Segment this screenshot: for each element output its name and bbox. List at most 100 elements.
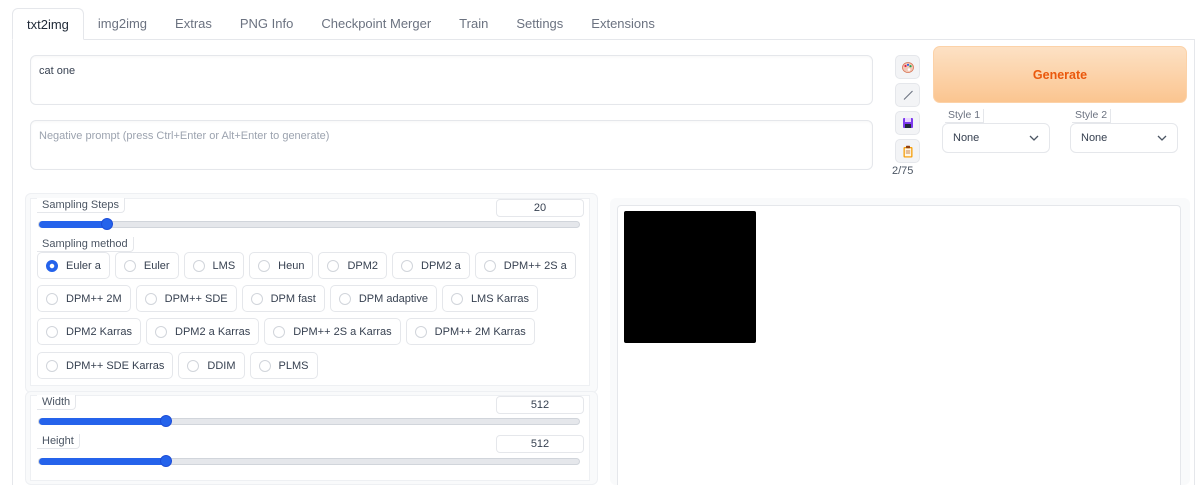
radio-dpm-fast[interactable]: DPM fast (241, 285, 325, 312)
sampling-steps-slider[interactable] (38, 218, 580, 230)
tab-extras[interactable]: Extras (161, 8, 226, 40)
radio-row: DPM2 Karras DPM2 a Karras DPM++ 2S a Kar… (37, 318, 540, 345)
tab-extensions[interactable]: Extensions (577, 8, 669, 40)
radio-dot (144, 292, 157, 305)
radio-ddim[interactable]: DDIM (178, 352, 245, 379)
radio-dot (46, 325, 58, 338)
radio-dpm2[interactable]: DPM2 (318, 252, 388, 279)
slider-fill (39, 418, 167, 425)
tab-divider (12, 39, 1195, 40)
panel-border (1194, 39, 1195, 485)
negative-prompt-input[interactable]: Negative prompt (press Ctrl+Enter or Alt… (30, 120, 873, 170)
radio-label: DDIM (207, 359, 236, 372)
sampling-steps-label: Sampling Steps (37, 198, 126, 213)
radio-label: Euler (143, 259, 170, 272)
generate-button[interactable]: Generate (933, 46, 1187, 103)
radio-label: DPM++ SDE (164, 292, 228, 305)
width-slider[interactable] (38, 415, 580, 427)
radio-label: DPM fast (270, 292, 316, 305)
style-2-select[interactable]: None (1070, 123, 1178, 153)
height-label: Height (37, 434, 80, 449)
radio-dot (187, 359, 200, 372)
radio-label: DPM++ 2M (66, 292, 122, 305)
width-label: Width (37, 395, 77, 410)
radio-dpm2-karras[interactable]: DPM2 Karras (37, 318, 142, 345)
width-input[interactable]: 512 (496, 396, 584, 414)
radio-dot (46, 292, 58, 305)
generated-image[interactable] (624, 211, 756, 343)
sampling-method-label: Sampling method (37, 237, 134, 252)
tab-bar: txt2img img2img Extras PNG Info Checkpoi… (12, 8, 669, 40)
radio-dot (46, 259, 58, 272)
save-icon[interactable] (895, 111, 920, 135)
radio-row: DPM++ 2M DPM++ SDE DPM fast DPM adaptive… (37, 285, 543, 312)
radio-dot (192, 259, 205, 272)
radio-label: Euler a (66, 259, 101, 272)
radio-heun[interactable]: Heun (249, 252, 314, 279)
radio-label: DPM adaptive (358, 292, 428, 305)
radio-dpm2-a[interactable]: DPM2 a (392, 252, 470, 279)
radio-label: DPM++ 2S a Karras (293, 325, 392, 338)
radio-dpm-adaptive[interactable]: DPM adaptive (329, 285, 437, 312)
palette-icon[interactable] (895, 55, 920, 79)
radio-dpmpp-2s-a[interactable]: DPM++ 2S a (474, 252, 576, 279)
radio-dot (338, 292, 351, 305)
tab-checkpoint-merger[interactable]: Checkpoint Merger (307, 8, 445, 40)
radio-dot (123, 259, 136, 272)
radio-label: DPM2 (347, 259, 379, 272)
radio-label: LMS Karras (470, 292, 530, 305)
tab-img2img[interactable]: img2img (84, 8, 161, 40)
sampling-steps-input[interactable]: 20 (496, 199, 584, 217)
style-2-label: Style 2 (1072, 109, 1112, 123)
pencil-icon[interactable] (895, 83, 920, 107)
radio-label: DPM++ SDE Karras (66, 359, 165, 372)
radio-dot (258, 359, 271, 372)
radio-plms[interactable]: PLMS (249, 352, 318, 379)
radio-row: Euler a Euler LMS Heun DPM2 DPM2 a DPM++… (37, 252, 581, 279)
radio-dot (155, 325, 168, 338)
radio-dpmpp-2m-karras[interactable]: DPM++ 2M Karras (405, 318, 535, 345)
radio-dpmpp-2s-a-karras[interactable]: DPM++ 2S a Karras (264, 318, 401, 345)
radio-dot (327, 259, 340, 272)
radio-dpmpp-sde[interactable]: DPM++ SDE (135, 285, 237, 312)
radio-dot (401, 259, 414, 272)
radio-dot (273, 325, 286, 338)
style-1-label: Style 1 (945, 109, 985, 123)
token-counter: 2/75 (892, 165, 914, 177)
radio-euler-a[interactable]: Euler a (37, 252, 110, 279)
radio-label: DPM2 a (421, 259, 461, 272)
tab-txt2img[interactable]: txt2img (12, 8, 84, 40)
tab-train[interactable]: Train (445, 8, 502, 40)
radio-dpmpp-sde-karras[interactable]: DPM++ SDE Karras (37, 352, 174, 379)
chevron-down-icon (1029, 124, 1039, 152)
radio-label: PLMS (278, 359, 309, 372)
height-input[interactable]: 512 (496, 435, 584, 453)
slider-thumb[interactable] (160, 455, 173, 467)
slider-fill (39, 458, 167, 465)
clipboard-icon[interactable] (895, 139, 920, 163)
radio-dpm2-a-karras[interactable]: DPM2 a Karras (146, 318, 260, 345)
chevron-down-icon (1157, 124, 1167, 152)
prompt-input[interactable]: cat one (30, 55, 873, 105)
radio-lms-karras[interactable]: LMS Karras (441, 285, 539, 312)
radio-label: LMS (212, 259, 236, 272)
radio-lms[interactable]: LMS (183, 252, 245, 279)
radio-dot (46, 359, 58, 372)
height-slider[interactable] (38, 455, 580, 467)
radio-dot (250, 292, 263, 305)
style-1-select[interactable]: None (942, 123, 1050, 153)
radio-row: DPM++ SDE Karras DDIM PLMS (37, 352, 323, 379)
tab-png-info[interactable]: PNG Info (226, 8, 307, 40)
slider-fill (39, 221, 108, 228)
radio-dot (483, 259, 496, 272)
radio-label: DPM++ 2S a (503, 259, 567, 272)
slider-thumb[interactable] (160, 415, 173, 427)
radio-label: DPM2 a Karras (175, 325, 251, 338)
radio-dpmpp-2m[interactable]: DPM++ 2M (37, 285, 131, 312)
style-2-value: None (1081, 132, 1108, 144)
radio-label: DPM++ 2M Karras (434, 325, 526, 338)
panel-border (12, 39, 13, 485)
radio-euler[interactable]: Euler (114, 252, 179, 279)
tab-settings[interactable]: Settings (502, 8, 577, 40)
radio-dot (450, 292, 463, 305)
